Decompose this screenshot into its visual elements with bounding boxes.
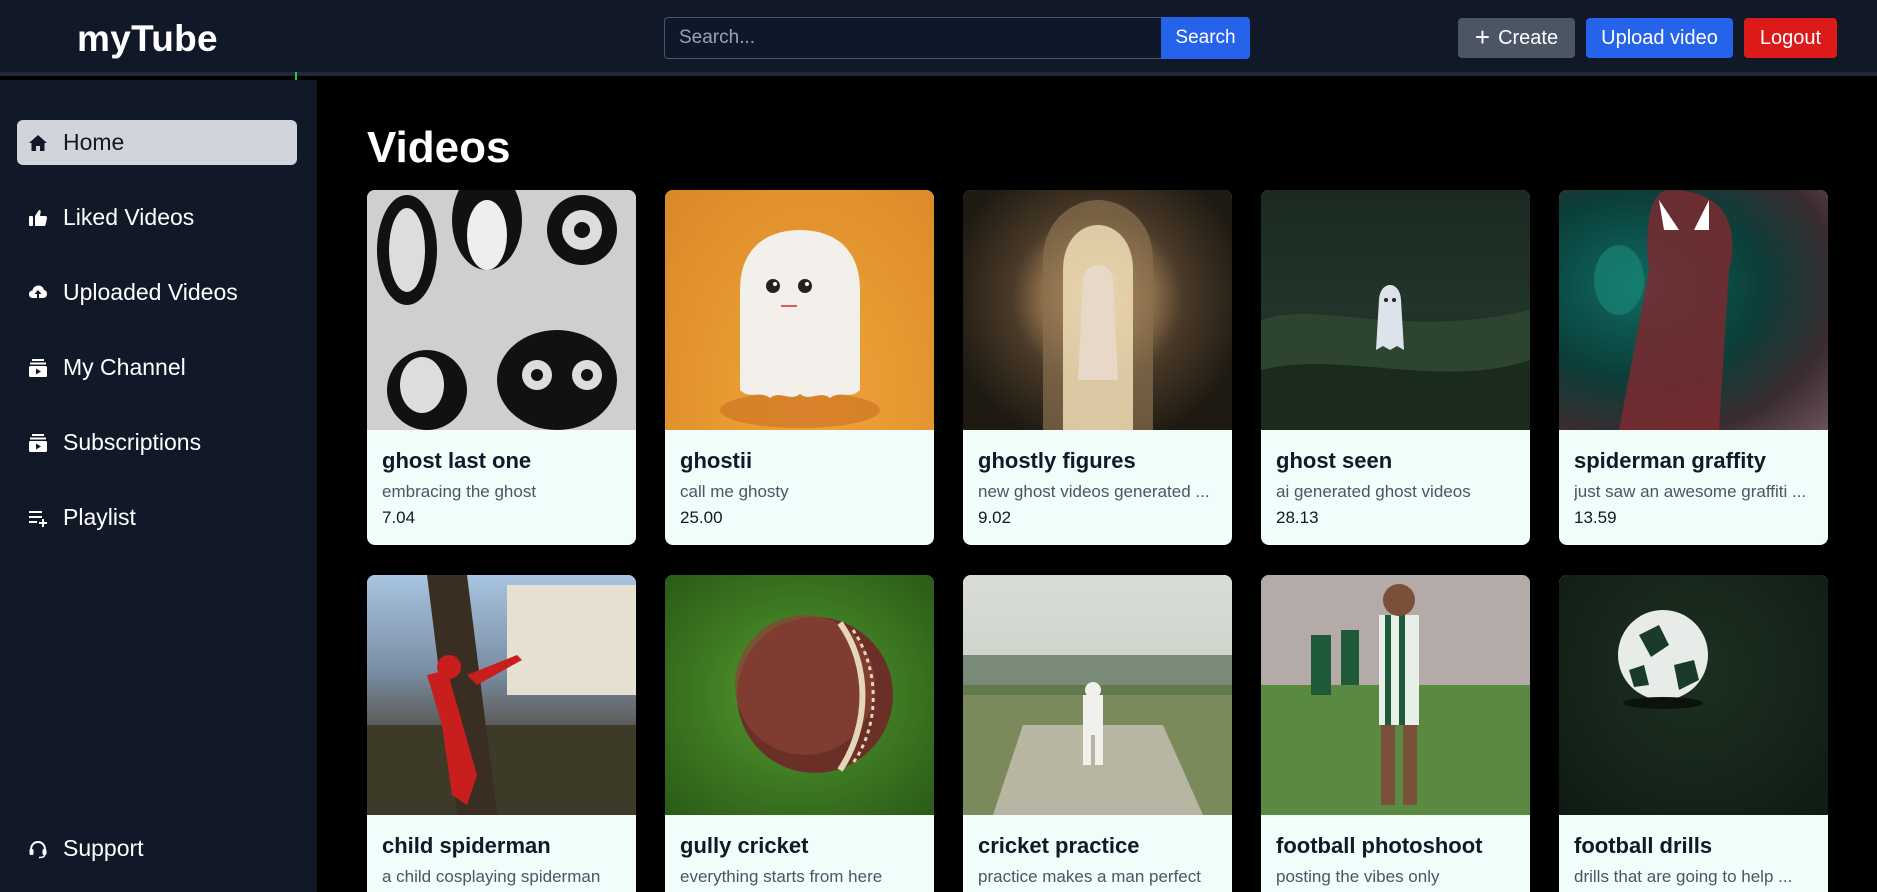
- video-card[interactable]: gully cricket everything starts from her…: [665, 575, 934, 892]
- plus-icon: +: [1474, 21, 1491, 52]
- sidebar-item-home[interactable]: Home: [17, 120, 297, 165]
- main-content: Videos ghost last one embracing the ghos…: [317, 80, 1877, 892]
- sidebar: Home Liked Videos Uploaded Videos My Cha…: [0, 80, 317, 892]
- page-title: Videos: [367, 123, 511, 172]
- upload-video-button-label: Upload video: [1601, 26, 1718, 49]
- subscriptions-icon: [27, 432, 49, 454]
- video-description: drills that are going to help ...: [1574, 867, 1793, 886]
- video-thumbnail[interactable]: [1261, 575, 1530, 815]
- search-bar: Search: [664, 17, 1250, 59]
- video-thumbnail[interactable]: [367, 190, 636, 430]
- video-thumbnail[interactable]: [963, 575, 1232, 815]
- search-button[interactable]: Search: [1161, 17, 1250, 59]
- video-duration: 28.13: [1276, 508, 1319, 527]
- create-button-label: Create: [1498, 26, 1559, 49]
- sidebar-item-label: Playlist: [63, 504, 136, 530]
- headset-icon: [27, 838, 49, 860]
- video-card[interactable]: ghost last one embracing the ghost 7.04: [367, 190, 636, 545]
- sidebar-item-liked-videos[interactable]: Liked Videos: [17, 195, 297, 240]
- video-duration: 13.59: [1574, 508, 1617, 527]
- video-card-body: spiderman graffity just saw an awesome g…: [1559, 430, 1828, 545]
- video-card-body: gully cricket everything starts from her…: [665, 815, 934, 892]
- upload-video-button[interactable]: Upload video: [1586, 18, 1733, 58]
- video-duration: 25.00: [680, 508, 723, 527]
- video-card[interactable]: spiderman graffity just saw an awesome g…: [1559, 190, 1828, 545]
- video-duration: 7.04: [382, 508, 416, 527]
- video-title[interactable]: ghost seen: [1276, 448, 1515, 474]
- video-title[interactable]: ghostii: [680, 448, 919, 474]
- video-thumbnail[interactable]: [1559, 575, 1828, 815]
- video-description: embracing the ghost: [382, 482, 537, 501]
- video-thumbnail[interactable]: [367, 575, 636, 815]
- playlist-icon: [27, 507, 49, 529]
- video-card-body: football drills drills that are going to…: [1559, 815, 1828, 892]
- logout-button-label: Logout: [1759, 26, 1822, 49]
- video-title[interactable]: football drills: [1574, 833, 1813, 859]
- create-button[interactable]: + Create: [1458, 18, 1575, 58]
- video-card-body: child spiderman a child cosplaying spide…: [367, 815, 636, 892]
- video-card-body: cricket practice practice makes a man pe…: [963, 815, 1232, 892]
- video-duration: 9.02: [978, 508, 1012, 527]
- video-thumbnail[interactable]: [665, 190, 934, 430]
- cloud-upload-icon: [27, 282, 49, 304]
- video-card-body: ghostii call me ghosty 25.00: [665, 430, 934, 545]
- video-description: ai generated ghost videos: [1276, 482, 1471, 501]
- video-card-body: ghost last one embracing the ghost 7.04: [367, 430, 636, 545]
- search-input[interactable]: [664, 17, 1161, 59]
- video-description: call me ghosty: [680, 482, 789, 501]
- sidebar-item-label: Liked Videos: [63, 204, 195, 230]
- video-card[interactable]: football photoshoot posting the vibes on…: [1261, 575, 1530, 892]
- video-card[interactable]: football drills drills that are going to…: [1559, 575, 1828, 892]
- sidebar-item-label: My Channel: [63, 354, 186, 380]
- sidebar-item-subscriptions[interactable]: Subscriptions: [17, 420, 297, 465]
- sidebar-item-label: Home: [63, 129, 125, 155]
- channel-icon: [27, 357, 49, 379]
- video-thumbnail[interactable]: [963, 190, 1232, 430]
- video-title[interactable]: ghostly figures: [978, 448, 1217, 474]
- video-card[interactable]: ghost seen ai generated ghost videos 28.…: [1261, 190, 1530, 545]
- video-description: new ghost videos generated ...: [978, 482, 1210, 501]
- header-actions: + Create Upload video Logout: [1458, 18, 1837, 58]
- sidebar-item-label: Uploaded Videos: [63, 279, 238, 305]
- sidebar-item-uploaded-videos[interactable]: Uploaded Videos: [17, 270, 297, 315]
- video-title[interactable]: cricket practice: [978, 833, 1217, 859]
- video-title[interactable]: child spiderman: [382, 833, 621, 859]
- video-card[interactable]: child spiderman a child cosplaying spide…: [367, 575, 636, 892]
- sidebar-item-my-channel[interactable]: My Channel: [17, 345, 297, 390]
- video-description: just saw an awesome graffiti ...: [1574, 482, 1807, 501]
- support-link[interactable]: Support: [17, 826, 144, 871]
- support-label: Support: [63, 835, 144, 861]
- thumbs-up-icon: [27, 207, 49, 229]
- video-card[interactable]: ghostii call me ghosty 25.00: [665, 190, 934, 545]
- video-thumbnail[interactable]: [665, 575, 934, 815]
- video-card-body: ghostly figures new ghost videos generat…: [963, 430, 1232, 545]
- video-title[interactable]: ghost last one: [382, 448, 621, 474]
- top-bar: myTube Search + Create Upload video Logo…: [0, 0, 1877, 76]
- logout-button[interactable]: Logout: [1744, 18, 1837, 58]
- video-title[interactable]: football photoshoot: [1276, 833, 1515, 859]
- video-card-body: football photoshoot posting the vibes on…: [1261, 815, 1530, 892]
- video-card[interactable]: ghostly figures new ghost videos generat…: [963, 190, 1232, 545]
- sidebar-item-label: Subscriptions: [63, 429, 202, 455]
- video-description: a child cosplaying spiderman: [382, 867, 601, 886]
- video-card[interactable]: cricket practice practice makes a man pe…: [963, 575, 1232, 892]
- video-thumbnail[interactable]: [1559, 190, 1828, 430]
- video-thumbnail[interactable]: [1261, 190, 1530, 430]
- sidebar-item-playlist[interactable]: Playlist: [17, 495, 297, 540]
- home-icon: [27, 132, 49, 154]
- video-description: practice makes a man perfect: [978, 867, 1201, 886]
- brand-logo[interactable]: myTube: [77, 18, 218, 60]
- video-description: everything starts from here: [680, 867, 883, 886]
- video-title[interactable]: gully cricket: [680, 833, 919, 859]
- video-card-body: ghost seen ai generated ghost videos 28.…: [1261, 430, 1530, 545]
- video-title[interactable]: spiderman graffity: [1574, 448, 1813, 474]
- video-description: posting the vibes only: [1276, 867, 1440, 886]
